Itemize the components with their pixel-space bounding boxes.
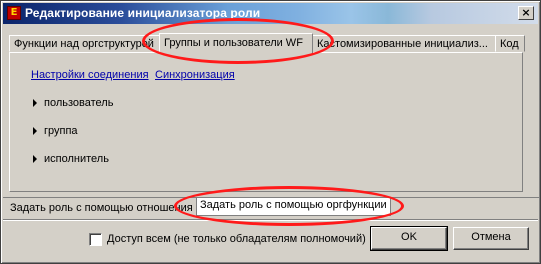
separator <box>3 219 538 221</box>
close-icon: × <box>521 6 531 19</box>
tree-item-label: группа <box>44 125 78 137</box>
tab-role-by-orgfunction[interactable]: Задать роль с помощью оргфункции <box>196 198 391 216</box>
connection-settings-link[interactable]: Настройки соединения <box>31 69 149 81</box>
tree-item-label: исполнитель <box>44 153 109 165</box>
tab-groups-users-wf[interactable]: Группы и пользователи WF <box>159 33 313 53</box>
dialog-window: E Редактирование инициализатора роли × Ф… <box>0 0 541 264</box>
sync-link[interactable]: Синхронизация <box>155 69 235 81</box>
expand-arrow-icon[interactable] <box>33 155 37 164</box>
title-bar[interactable]: E Редактирование инициализатора роли × <box>3 3 538 24</box>
tree-item-executor[interactable]: исполнитель <box>33 153 109 167</box>
access-all-checkbox[interactable] <box>89 233 102 246</box>
close-button[interactable]: × <box>518 6 534 20</box>
window-title: Редактирование инициализатора роли <box>25 6 261 20</box>
cancel-button[interactable]: Отмена <box>453 227 529 250</box>
expand-arrow-icon[interactable] <box>33 99 37 108</box>
expand-arrow-icon[interactable] <box>33 127 37 136</box>
tree-item-label: пользователь <box>44 97 114 109</box>
top-tab-strip: Функции над оргструктурой Группы и польз… <box>9 33 535 53</box>
tab-role-by-relation[interactable]: Задать роль с помощью отношения <box>7 201 196 216</box>
tab-custom-initializers[interactable]: Кастомизированные инициализ... <box>312 35 496 52</box>
app-icon: E <box>7 6 21 20</box>
tab-org-functions[interactable]: Функции над оргструктурой <box>9 35 160 52</box>
bottom-tab-strip: Задать роль с помощью отношения Задать р… <box>3 197 539 218</box>
tab-code[interactable]: Код <box>495 35 525 52</box>
access-all-label: Доступ всем (не только обладателям полно… <box>107 233 366 245</box>
tree-item-group[interactable]: группа <box>33 125 78 139</box>
ok-button[interactable]: OK <box>370 226 448 251</box>
tree-item-user[interactable]: пользователь <box>33 97 113 111</box>
